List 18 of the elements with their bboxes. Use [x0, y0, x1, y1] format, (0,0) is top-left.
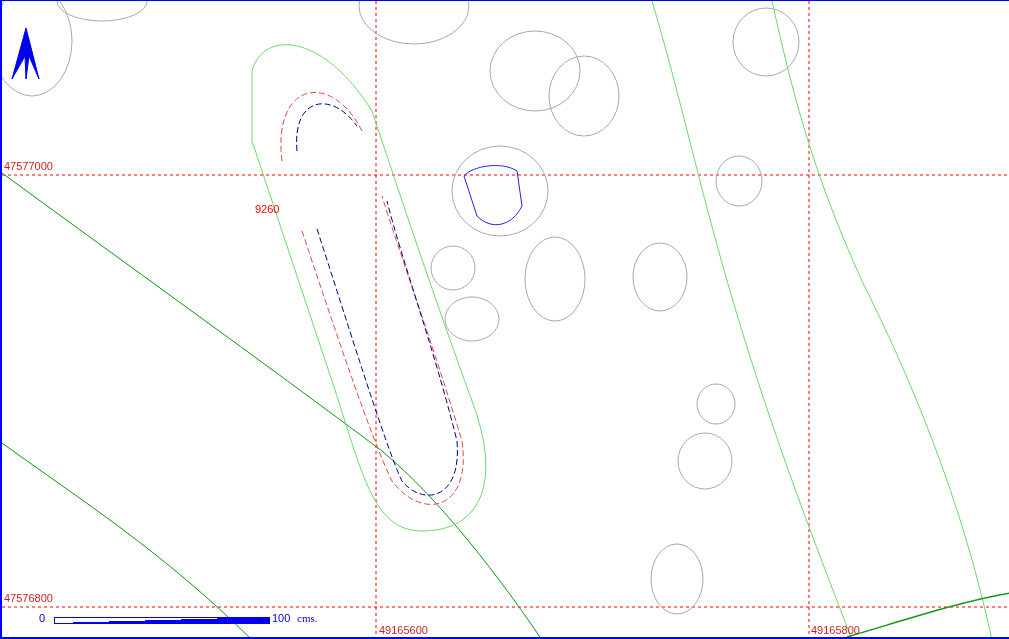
pit-outline: [715, 155, 763, 207]
pit-outline: [632, 242, 688, 312]
pit-outline: [444, 296, 500, 342]
grid-coordinate-label: 47576800: [4, 593, 53, 604]
pit-outline: [650, 543, 704, 615]
grid-coordinate-label: 49165600: [379, 625, 428, 636]
feature-label: 9260: [255, 204, 280, 215]
pit-outline: [677, 432, 733, 490]
grid-coordinate-label: 49165800: [811, 625, 860, 636]
pit-outline: [430, 245, 476, 291]
grid-coordinate-label: 47577000: [4, 161, 53, 172]
pit-outline: [696, 383, 736, 425]
scale-unit-label: cms.: [297, 613, 318, 624]
scale-start-label: 0: [39, 613, 46, 624]
pit-outline: [732, 7, 800, 77]
north-arrow-icon: [11, 27, 40, 80]
pit-contour: [463, 165, 523, 226]
scale-end-label: 100: [272, 613, 291, 624]
